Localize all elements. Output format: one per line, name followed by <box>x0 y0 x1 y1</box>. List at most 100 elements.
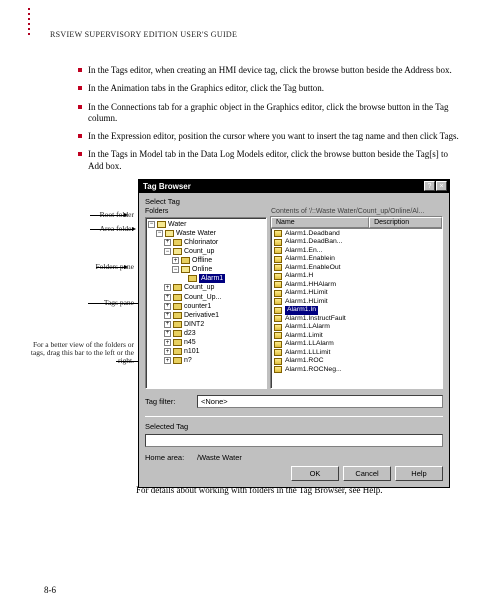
list-item: In the Tags editor, when creating an HMI… <box>78 65 460 76</box>
page-header-title: RSVIEW SUPERVISORY EDITION USER'S GUIDE <box>50 30 460 39</box>
dialog-title: Tag Browser <box>143 182 191 191</box>
tag-row: Alarm1.LLAlarm <box>273 340 440 348</box>
tag-icon <box>274 281 282 288</box>
tree-item[interactable]: Count_up <box>184 283 214 292</box>
tag-icon <box>274 349 282 356</box>
tree-item[interactable]: Count_Up... <box>184 293 221 302</box>
expand-icon[interactable]: + <box>164 357 171 364</box>
collapse-icon[interactable]: − <box>148 221 155 228</box>
collapse-icon[interactable]: − <box>156 230 163 237</box>
list-item: In the Expression editor, position the c… <box>78 131 460 142</box>
tree-item[interactable]: n? <box>184 356 192 365</box>
tree-item[interactable]: Online <box>192 265 212 274</box>
tree-item[interactable]: Offline <box>192 256 212 265</box>
tag-icon <box>274 256 282 263</box>
folder-icon <box>173 303 182 310</box>
folder-icon <box>173 348 182 355</box>
expand-icon[interactable]: + <box>164 284 171 291</box>
tag-row: Alarm1.Enablein <box>273 255 440 263</box>
cancel-button[interactable]: Cancel <box>343 466 391 481</box>
tree-item[interactable]: DINT2 <box>184 320 204 329</box>
expand-icon[interactable]: + <box>164 348 171 355</box>
close-window-button[interactable]: × <box>436 181 447 191</box>
expand-icon[interactable]: + <box>164 321 171 328</box>
tree-item[interactable]: counter1 <box>184 302 211 311</box>
tag-row: Alarm1.ROC <box>273 357 440 365</box>
tag-row: Alarm1.HLimit <box>273 298 440 306</box>
tag-row: Alarm1.Limit <box>273 332 440 340</box>
tags-column-header[interactable]: Name Description <box>271 217 442 229</box>
folder-tree[interactable]: −Water −Waste Water +Chlorinator −Count_… <box>148 220 264 366</box>
tree-item[interactable]: n101 <box>184 347 200 356</box>
tree-item[interactable]: Derivative1 <box>184 311 219 320</box>
tree-item[interactable]: n45 <box>184 338 196 347</box>
expand-icon[interactable]: + <box>172 257 179 264</box>
tag-row: Alarm1.HLimit <box>273 289 440 297</box>
tag-row: Alarm1.ROCNeg... <box>273 366 440 374</box>
tag-icon <box>274 230 282 237</box>
expand-icon[interactable]: + <box>164 339 171 346</box>
bullet-icon <box>78 68 82 72</box>
tag-icon <box>274 341 282 348</box>
folder-icon <box>173 330 182 337</box>
folder-icon <box>188 275 197 282</box>
list-item: In the Connections tab for a graphic obj… <box>78 102 460 125</box>
bullet-text: In the Tags editor, when creating an HMI… <box>88 65 460 76</box>
selected-tag-label: Selected Tag <box>145 422 443 431</box>
folder-icon <box>165 230 174 237</box>
tree-item[interactable]: Count_up <box>184 247 214 256</box>
collapse-icon[interactable]: − <box>164 248 171 255</box>
tag-icon <box>274 358 282 365</box>
tag-filter-label: Tag filter: <box>145 397 191 406</box>
bullet-text: In the Expression editor, position the c… <box>88 131 460 142</box>
folder-icon <box>173 294 182 301</box>
divider <box>145 416 443 417</box>
tree-item-selected[interactable]: Alarm1 <box>199 274 225 283</box>
expand-icon[interactable]: + <box>164 239 171 246</box>
tag-icon <box>274 273 282 280</box>
list-item: In the Animation tabs in the Graphics ed… <box>78 83 460 94</box>
folders-pane[interactable]: −Water −Waste Water +Chlorinator −Count_… <box>145 217 267 389</box>
figure-tag-browser: Root folder Area folder Folders pane Tag… <box>48 179 460 479</box>
tree-item[interactable]: d23 <box>184 329 196 338</box>
folder-icon <box>173 239 182 246</box>
tag-icon <box>274 239 282 246</box>
callout-drag-bar: For a better view of the folders or tags… <box>30 341 134 366</box>
tag-icon <box>274 315 282 322</box>
tag-row: Alarm1.En... <box>273 247 440 255</box>
col-name[interactable]: Name <box>271 217 369 228</box>
select-tag-label: Select Tag <box>145 197 443 206</box>
expand-icon[interactable]: + <box>164 303 171 310</box>
tree-item[interactable]: Chlorinator <box>184 238 218 247</box>
selected-tag-input[interactable] <box>145 434 443 447</box>
folder-icon <box>157 221 166 228</box>
tag-row: Alarm1.In <box>273 306 440 314</box>
tag-icon <box>274 332 282 339</box>
expand-icon[interactable]: + <box>164 312 171 319</box>
tag-icon <box>274 264 282 271</box>
folder-icon <box>173 357 182 364</box>
expand-icon[interactable]: + <box>164 330 171 337</box>
tag-row: Alarm1.InstructFault <box>273 315 440 323</box>
collapse-icon[interactable]: − <box>172 266 179 273</box>
dialog-titlebar[interactable]: Tag Browser ? × <box>139 180 449 193</box>
home-area-value: /Waste Water <box>197 453 242 462</box>
folders-label: Folders <box>145 208 267 215</box>
bullet-text: In the Tags in Model tab in the Data Log… <box>88 149 460 172</box>
tag-icon <box>274 290 282 297</box>
tree-area[interactable]: Waste Water <box>176 229 216 238</box>
tags-pane[interactable]: Name Description Alarm1.Deadband Alarm1.… <box>270 216 443 389</box>
col-description[interactable]: Description <box>369 217 442 228</box>
tag-filter-dropdown[interactable]: <None> <box>197 395 443 408</box>
tag-row: Alarm1.DeadBan... <box>273 238 440 246</box>
tag-row: Alarm1.Deadband <box>273 230 440 238</box>
bullet-text: In the Connections tab for a graphic obj… <box>88 102 460 125</box>
tag-list[interactable]: Alarm1.Deadband Alarm1.DeadBan... Alarm1… <box>271 229 442 375</box>
expand-icon[interactable]: + <box>164 294 171 301</box>
ok-button[interactable]: OK <box>291 466 339 481</box>
tag-browser-dialog: Tag Browser ? × Select Tag Folders −Wa <box>138 179 450 488</box>
help-button[interactable]: Help <box>395 466 443 481</box>
bullet-icon <box>78 134 82 138</box>
tree-root[interactable]: Water <box>168 220 186 229</box>
help-window-button[interactable]: ? <box>424 181 435 191</box>
